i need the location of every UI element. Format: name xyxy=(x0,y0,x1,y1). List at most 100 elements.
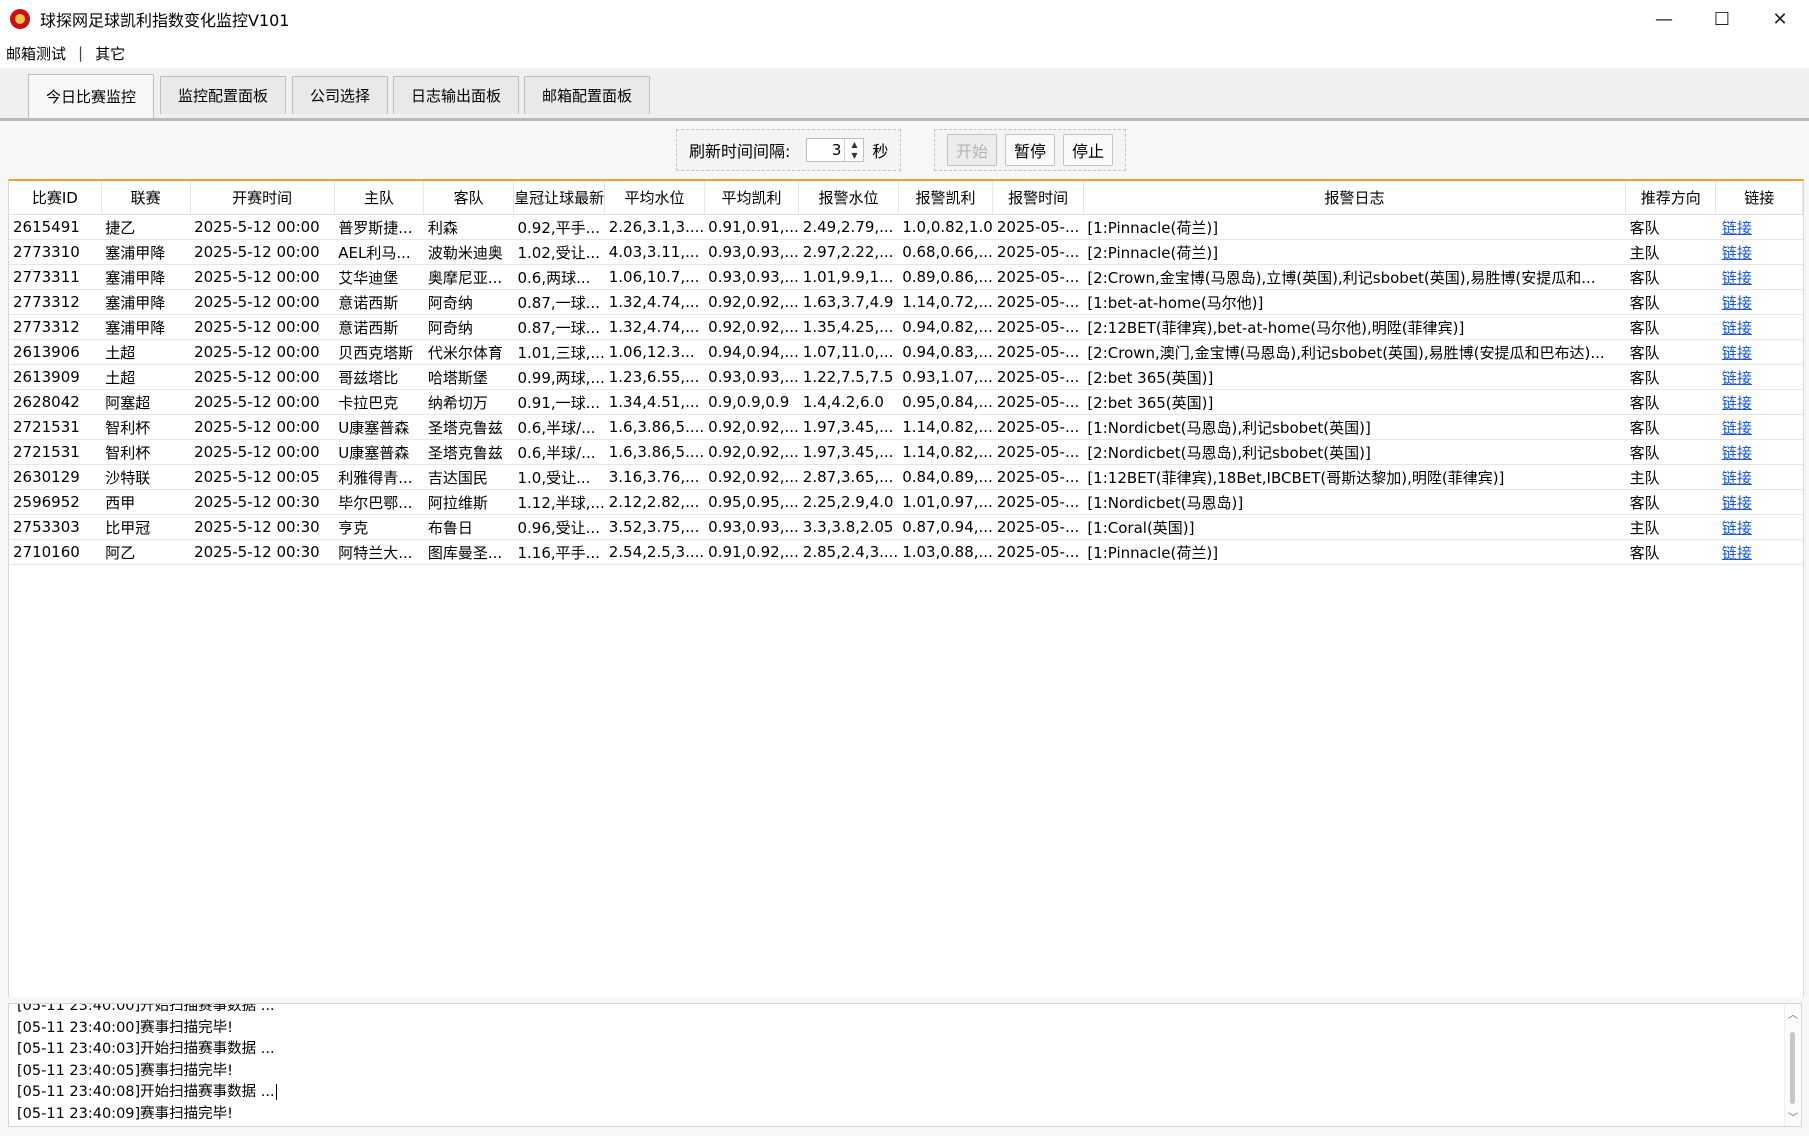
table-cell: 0.92,平手... xyxy=(513,214,605,240)
column-header[interactable]: 报警水位 xyxy=(798,181,899,215)
table-cell: 1.12,半球,... xyxy=(513,489,605,515)
table-cell: 阿拉维斯 xyxy=(423,489,514,515)
table-cell: 客队 xyxy=(1625,289,1716,315)
match-link[interactable]: 链接 xyxy=(1715,214,1803,240)
table-cell: 0.89,0.86,... xyxy=(898,264,993,290)
table-cell: 2025-5-12 00:00 xyxy=(190,289,335,315)
tab-log-output[interactable]: 日志输出面板 xyxy=(393,76,519,114)
table-cell: 客队 xyxy=(1625,364,1716,390)
log-output[interactable]: [05-11 23:40:00]开始扫描赛事数据 ... [05-11 23:4… xyxy=(8,1003,1802,1127)
menu-item-email-test[interactable]: 邮箱测试 xyxy=(0,43,72,64)
column-header[interactable]: 链接 xyxy=(1715,181,1803,215)
match-link[interactable]: 链接 xyxy=(1715,264,1803,290)
table-cell: [1:Nordicbet(马恩岛),利记sbobet(英国)] xyxy=(1083,414,1626,440)
table-cell: [1:Coral(英国)] xyxy=(1083,514,1626,540)
column-header[interactable]: 报警凯利 xyxy=(898,181,994,215)
column-header[interactable]: 联赛 xyxy=(101,181,191,215)
column-header[interactable]: 客队 xyxy=(423,181,514,215)
match-link[interactable]: 链接 xyxy=(1715,414,1803,440)
table-cell: 图库曼圣... xyxy=(423,539,514,565)
tab-today-matches[interactable]: 今日比赛监控 xyxy=(28,74,154,118)
tab-monitor-config[interactable]: 监控配置面板 xyxy=(160,76,286,114)
table-cell: [2:Crown,金宝博(马恩岛),立博(英国),利记sbobet(英国),易胜… xyxy=(1083,264,1626,290)
match-link[interactable]: 链接 xyxy=(1715,339,1803,365)
table-cell: 1.97,3.45,... xyxy=(798,414,899,440)
match-link[interactable]: 链接 xyxy=(1715,314,1803,340)
start-button[interactable]: 开始 xyxy=(947,134,998,166)
tab-content: 刷新时间间隔: 3 ▲ ▼ 秒 开始 暂停 停止 比赛ID 联赛 开赛时间 主队 客队 皇冠… xyxy=(0,121,1809,1136)
table-cell: 2025-5-12 00:00 xyxy=(190,389,335,415)
table-cell: 1.34,4.51,... xyxy=(604,389,705,415)
maximize-button[interactable]: ☐ xyxy=(1693,0,1751,38)
table-cell: 2710160 xyxy=(9,539,102,565)
matches-table[interactable]: 比赛ID 联赛 开赛时间 主队 客队 皇冠让球最新 平均水位 平均凯利 报警水位 报警凯利 报警时间… xyxy=(8,179,1804,997)
scroll-down-icon[interactable]: ﹀ xyxy=(1785,1109,1801,1124)
table-row[interactable]: 2630129 沙特联 2025-5-12 00:05 利雅得青... 吉达国民 1.0,… xyxy=(9,464,1803,490)
log-line-text: [05-11 23:40:05]赛事扫描完毕! xyxy=(17,1062,233,1079)
stop-button[interactable]: 停止 xyxy=(1063,134,1114,166)
log-line: [05-11 23:40:00]赛事扫描完毕! xyxy=(17,1018,277,1040)
match-link[interactable]: 链接 xyxy=(1715,539,1803,565)
menu-separator: | xyxy=(78,44,84,62)
table-row[interactable]: 2613909 土超 2025-5-12 00:00 哥兹塔比 哈塔斯堡 0.99,两球,… xyxy=(9,364,1803,390)
table-cell: 2025-05-... xyxy=(992,439,1084,465)
table-row[interactable]: 2773312 塞浦甲降 2025-5-12 00:00 意诺西斯 阿奇纳 0.87,一球… xyxy=(9,314,1803,340)
table-row[interactable]: 2773310 塞浦甲降 2025-5-12 00:00 AEL利马... 波勒米迪奥 1… xyxy=(9,239,1803,265)
match-link[interactable]: 链接 xyxy=(1715,239,1803,265)
column-header[interactable]: 主队 xyxy=(334,181,425,215)
table-row[interactable]: 2628042 阿塞超 2025-5-12 00:00 卡拉巴克 纳希切万 0.91,一球… xyxy=(9,389,1803,415)
match-link[interactable]: 链接 xyxy=(1715,489,1803,515)
column-header[interactable]: 报警日志 xyxy=(1083,181,1627,215)
interval-stepper[interactable]: 3 ▲ ▼ xyxy=(806,138,865,162)
match-link[interactable]: 链接 xyxy=(1715,364,1803,390)
table-row[interactable]: 2710160 阿乙 2025-5-12 00:30 阿特兰大... 图库曼圣... 1.… xyxy=(9,539,1803,565)
table-cell: 0.91,0.91,... xyxy=(704,214,799,240)
stepper-arrows-icon[interactable]: ▲ ▼ xyxy=(844,139,863,161)
log-scrollbar[interactable]: ︿ ﹀ xyxy=(1784,1004,1801,1126)
table-cell: 圣塔克鲁兹 xyxy=(423,439,514,465)
column-header[interactable]: 平均水位 xyxy=(604,181,705,215)
table-cell: [1:Nordicbet(马恩岛)] xyxy=(1083,489,1626,515)
log-line: [05-11 23:40:08]开始扫描赛事数据 ... xyxy=(17,1082,277,1104)
table-cell: 2.25,2.9,4.0 xyxy=(798,489,899,515)
scroll-thumb[interactable] xyxy=(1790,1032,1795,1104)
table-row[interactable]: 2721531 智利杯 2025-5-12 00:00 U康塞普森 圣塔克鲁兹 0.6,半… xyxy=(9,439,1803,465)
tab-email-config[interactable]: 邮箱配置面板 xyxy=(524,76,650,114)
table-cell: 圣塔克鲁兹 xyxy=(423,414,514,440)
column-header[interactable]: 比赛ID xyxy=(9,181,102,215)
column-header[interactable]: 开赛时间 xyxy=(190,181,335,215)
table-cell: 0.87,0.94,... xyxy=(898,514,993,540)
table-row[interactable]: 2596952 西甲 2025-5-12 00:30 毕尔巴鄂... 阿拉维斯 1.12,… xyxy=(9,489,1803,515)
menu-item-other[interactable]: 其它 xyxy=(89,43,131,64)
table-row[interactable]: 2613906 土超 2025-5-12 00:00 贝西克塔斯 代米尔体育 1.01,三… xyxy=(9,339,1803,365)
table-cell: 0.87,一球... xyxy=(513,314,605,340)
minimize-button[interactable]: — xyxy=(1635,0,1693,38)
table-row[interactable]: 2773312 塞浦甲降 2025-5-12 00:00 意诺西斯 阿奇纳 0.87,一球… xyxy=(9,289,1803,315)
table-row[interactable]: 2753303 比甲冠 2025-5-12 00:30 亨克 布鲁日 0.96,受让...… xyxy=(9,514,1803,540)
match-link[interactable]: 链接 xyxy=(1715,439,1803,465)
table-row[interactable]: 2773311 塞浦甲降 2025-5-12 00:00 艾华迪堡 奥摩尼亚... 0.6… xyxy=(9,264,1803,290)
column-header[interactable]: 报警时间 xyxy=(992,181,1084,215)
match-link[interactable]: 链接 xyxy=(1715,289,1803,315)
table-cell: 2596952 xyxy=(9,489,102,515)
table-cell: 1.0,0.82,1.0 xyxy=(898,214,993,240)
match-link[interactable]: 链接 xyxy=(1715,464,1803,490)
table-cell: 0.68,0.66,... xyxy=(898,239,993,265)
table-cell: 1.35,4.25,... xyxy=(798,314,899,340)
scroll-up-icon[interactable]: ︿ xyxy=(1785,1006,1801,1021)
table-cell: 2025-5-12 00:30 xyxy=(190,489,335,515)
column-header[interactable]: 皇冠让球最新 xyxy=(513,181,606,215)
column-header[interactable]: 推荐方向 xyxy=(1625,181,1717,215)
match-link[interactable]: 链接 xyxy=(1715,514,1803,540)
table-cell: 2.26,3.1,3.... xyxy=(604,214,705,240)
table-row[interactable]: 2721531 智利杯 2025-5-12 00:00 U康塞普森 圣塔克鲁兹 0.6,半… xyxy=(9,414,1803,440)
table-cell: 普罗斯捷... xyxy=(334,214,424,240)
column-header[interactable]: 平均凯利 xyxy=(704,181,800,215)
pause-button[interactable]: 暂停 xyxy=(1005,134,1056,166)
tab-company-select[interactable]: 公司选择 xyxy=(292,76,388,114)
table-cell: 2630129 xyxy=(9,464,102,490)
table-cell: 1.01,9.9,1... xyxy=(798,264,899,290)
match-link[interactable]: 链接 xyxy=(1715,389,1803,415)
table-row[interactable]: 2615491 捷乙 2025-5-12 00:00 普罗斯捷... 利森 0.92,平手… xyxy=(9,214,1803,240)
close-button[interactable]: ✕ xyxy=(1751,0,1809,38)
